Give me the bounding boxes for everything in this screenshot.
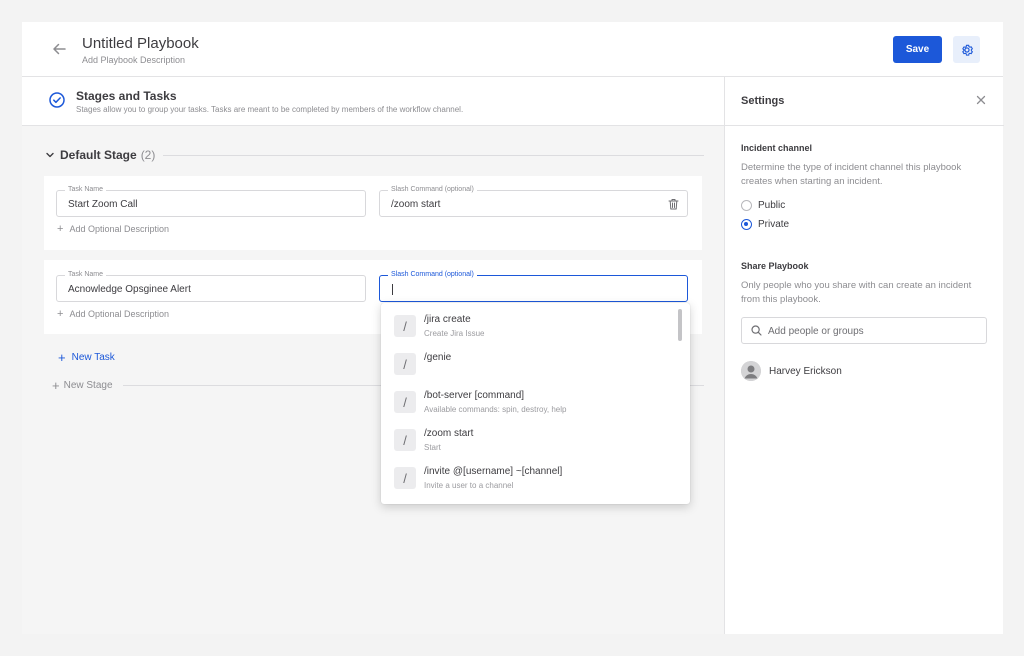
add-description-label: Add Optional Description [69,309,169,319]
add-description-label: Add Optional Description [69,224,169,234]
field-value: Start Zoom Call [68,199,138,210]
command-name: /bot-server [command] [424,390,525,401]
command-option[interactable]: / /invite @[username] ~[channel] Invite … [381,460,681,498]
radio-button-selected[interactable] [741,219,752,230]
add-description-link[interactable]: + Add Optional Description [57,308,169,320]
settings-panel-header: Settings [725,77,1004,126]
stage-header[interactable]: Default Stage (2) [44,147,704,163]
add-description-link[interactable]: + Add Optional Description [57,223,169,235]
radio-public[interactable]: Public [741,200,785,211]
task-name-field[interactable]: Task Name Start Zoom Call [56,185,366,217]
task-name-field[interactable]: Task Name Acnowledge Opsginee Alert [56,270,366,302]
radio-private[interactable]: Private [741,219,789,230]
command-hint: Create Jira Issue [424,329,485,338]
share-playbook-title: Share Playbook [741,261,809,271]
slash-command-field[interactable]: Slash Command (optional) /zoom start [379,185,688,217]
field-label: Task Name [65,185,107,195]
command-name: /zoom start [424,428,474,439]
slash-icon: / [394,429,416,451]
field-label: Task Name [65,270,107,280]
close-icon[interactable] [976,95,986,105]
chevron-down-icon[interactable] [44,149,56,161]
people-search-box[interactable] [741,317,987,344]
stages-description: Stages allow you to group your tasks. Ta… [76,105,464,114]
slash-command-dropdown: / /jira create Create Jira Issue / /geni… [381,303,690,504]
stage-task-count: (2) [140,148,156,162]
slash-icon: / [394,391,416,413]
trash-icon[interactable] [668,198,679,210]
slash-icon: / [394,353,416,375]
divider [163,154,704,156]
radio-label: Private [758,219,790,230]
plus-icon: + [58,350,66,365]
new-task-button[interactable]: + New Task [58,350,115,365]
save-button[interactable]: Save [893,36,942,63]
command-name: /jira create [424,314,471,325]
radio-button[interactable] [741,200,752,211]
slash-icon: / [394,315,416,337]
command-hint: Invite a user to a channel [424,481,514,490]
command-hint: Start [424,443,441,452]
command-option[interactable]: / /genie [381,346,681,384]
field-label: Slash Command (optional) [388,270,477,280]
command-option[interactable]: / /jira create Create Jira Issue [381,308,681,346]
settings-panel: Settings Incident channel Determine the … [724,77,1004,634]
incident-channel-title: Incident channel [741,143,813,153]
check-circle-icon [49,92,65,108]
avatar [741,361,761,381]
share-playbook-description: Only people who you share with can creat… [741,280,972,305]
settings-button[interactable] [953,36,980,63]
plus-icon: + [57,308,64,320]
gear-icon [961,44,973,56]
new-task-label: New Task [71,352,115,363]
plus-icon[interactable]: + [52,378,60,393]
new-stage-button[interactable]: New Stage [64,380,113,391]
field-value: Acnowledge Opsginee Alert [68,284,191,295]
search-icon [751,325,762,336]
user-name: Harvey Erickson [769,365,842,377]
command-option[interactable]: / /zoom start Start [381,422,681,460]
slash-icon: / [394,467,416,489]
stages-bar: Stages and Tasks Stages allow you to gro… [22,77,724,126]
stage-name: Default Stage [60,148,137,162]
playbook-description[interactable]: Add Playbook Description [82,55,185,65]
playbook-editor: Untitled Playbook Add Playbook Descripti… [22,22,1004,634]
command-hint: Available commands: spin, destroy, help [424,405,567,414]
field-label: Slash Command (optional) [388,185,477,195]
back-arrow-icon[interactable] [48,38,70,60]
incident-channel-description: Determine the type of incident channel t… [741,162,962,187]
people-search-input[interactable] [768,324,978,338]
task-card: Task Name Start Zoom Call Slash Command … [44,176,702,250]
field-value: /zoom start [391,199,441,210]
plus-icon: + [57,223,64,235]
dropdown-scrollbar[interactable] [678,309,682,341]
radio-label: Public [758,200,786,211]
page-title[interactable]: Untitled Playbook [82,35,199,52]
settings-title: Settings [741,95,785,107]
shared-user[interactable]: Harvey Erickson [741,361,842,381]
stages-title: Stages and Tasks [76,89,177,103]
text-caret [392,284,393,295]
command-name: /invite @[username] ~[channel] [424,466,563,477]
command-option[interactable]: / /bot-server [command] Available comman… [381,384,681,422]
header: Untitled Playbook Add Playbook Descripti… [22,22,1003,77]
slash-command-field[interactable]: Slash Command (optional) [379,270,688,302]
command-name: /genie [424,352,452,363]
